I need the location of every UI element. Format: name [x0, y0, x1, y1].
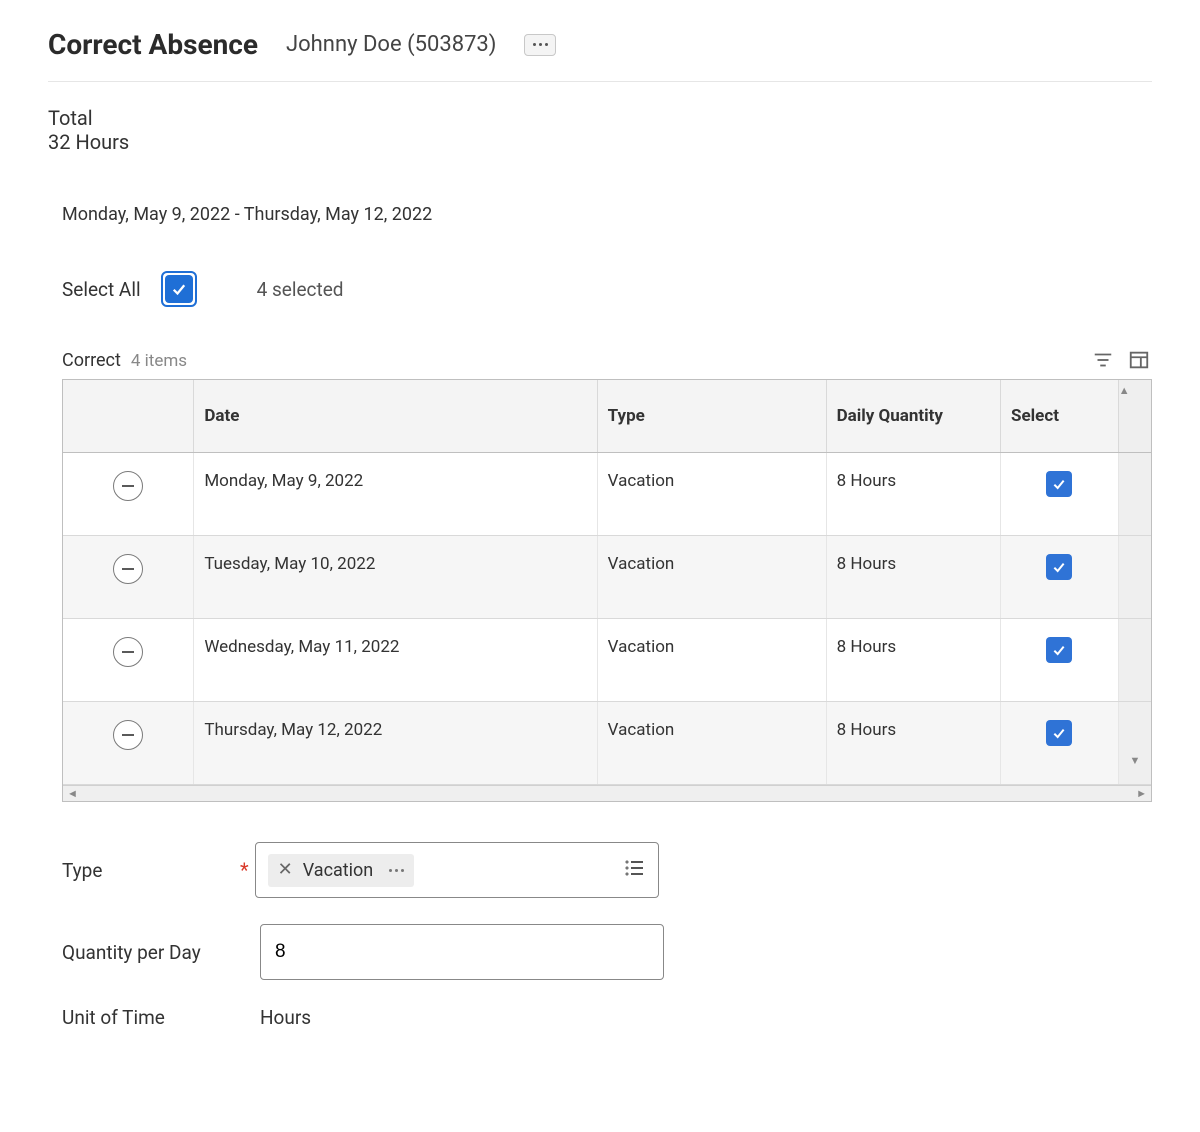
type-prompt-button[interactable]	[622, 856, 646, 885]
table-title: Correct	[62, 350, 121, 371]
qty-per-day-label: Quantity per Day	[62, 941, 240, 964]
correct-table: Date Type Daily Quantity Select ▲ Monday…	[62, 379, 1152, 802]
select-all-label: Select All	[62, 278, 141, 301]
scroll-gutter[interactable]: ▼	[1118, 702, 1151, 785]
unit-of-time-label: Unit of Time	[62, 1006, 240, 1029]
selected-count: 4 selected	[257, 278, 344, 301]
row-select-checkbox[interactable]	[1046, 637, 1072, 663]
select-all-checkbox[interactable]	[161, 271, 197, 307]
cell-type: Vacation	[597, 453, 826, 536]
minus-icon	[122, 734, 134, 736]
col-header-select[interactable]: Select	[1001, 380, 1119, 453]
type-label: Type	[62, 859, 240, 882]
total-label: Total	[48, 106, 1152, 130]
col-header-blank	[63, 380, 194, 453]
required-asterisk: *	[240, 858, 249, 882]
cell-qty: 8 Hours	[826, 702, 1000, 785]
remove-row-button[interactable]	[113, 554, 143, 584]
scroll-gutter[interactable]	[1118, 453, 1151, 536]
cell-date: Thursday, May 12, 2022	[194, 702, 597, 785]
row-select-checkbox[interactable]	[1046, 554, 1072, 580]
cell-qty: 8 Hours	[826, 453, 1000, 536]
minus-icon	[122, 485, 134, 487]
type-chip[interactable]: ✕ Vacation	[268, 854, 415, 887]
remove-row-button[interactable]	[113, 637, 143, 667]
subject-name: Johnny Doe (503873)	[286, 32, 496, 57]
cell-type: Vacation	[597, 536, 826, 619]
table-row: Tuesday, May 10, 2022Vacation8 Hours	[63, 536, 1151, 619]
qty-per-day-input[interactable]	[260, 924, 664, 980]
table-row: Thursday, May 12, 2022Vacation8 Hours ▼	[63, 702, 1151, 785]
chip-more-icon[interactable]	[383, 869, 404, 872]
table-row: Monday, May 9, 2022Vacation8 Hours	[63, 453, 1151, 536]
check-icon	[1051, 476, 1067, 492]
chip-remove-icon[interactable]: ✕	[278, 861, 293, 879]
col-header-qty[interactable]: Daily Quantity	[826, 380, 1000, 453]
cell-type: Vacation	[597, 702, 826, 785]
check-icon	[1051, 725, 1067, 741]
minus-icon	[122, 568, 134, 570]
ellipsis-icon	[533, 43, 548, 46]
type-input[interactable]: ✕ Vacation	[255, 842, 659, 898]
qty-per-day-field[interactable]	[273, 940, 651, 964]
col-header-date[interactable]: Date	[194, 380, 597, 453]
check-icon	[1051, 559, 1067, 575]
cell-qty: 8 Hours	[826, 619, 1000, 702]
columns-icon	[1128, 349, 1150, 371]
vertical-scrollbar[interactable]: ▲	[1118, 380, 1151, 453]
cell-type: Vacation	[597, 619, 826, 702]
table-row: Wednesday, May 11, 2022Vacation8 Hours	[63, 619, 1151, 702]
minus-icon	[122, 651, 134, 653]
related-actions-button[interactable]	[524, 34, 556, 56]
cell-date: Monday, May 9, 2022	[194, 453, 597, 536]
type-chip-label: Vacation	[303, 860, 374, 881]
page-header: Correct Absence Johnny Doe (503873)	[48, 28, 1152, 82]
col-header-type[interactable]: Type	[597, 380, 826, 453]
select-all-row: Select All 4 selected	[62, 271, 1152, 307]
cell-date: Wednesday, May 11, 2022	[194, 619, 597, 702]
scroll-gutter[interactable]	[1118, 536, 1151, 619]
cell-qty: 8 Hours	[826, 536, 1000, 619]
row-select-checkbox[interactable]	[1046, 720, 1072, 746]
total-block: Total 32 Hours	[48, 106, 1152, 154]
filter-button[interactable]	[1090, 347, 1116, 373]
remove-row-button[interactable]	[113, 720, 143, 750]
check-icon	[170, 280, 188, 298]
horizontal-scrollbar[interactable]: ◄►	[63, 785, 1151, 801]
row-select-checkbox[interactable]	[1046, 471, 1072, 497]
columns-button[interactable]	[1126, 347, 1152, 373]
date-range: Monday, May 9, 2022 - Thursday, May 12, …	[62, 204, 1152, 225]
total-value: 32 Hours	[48, 130, 1152, 154]
check-icon	[1051, 642, 1067, 658]
unit-of-time-value: Hours	[260, 1006, 311, 1029]
page-title: Correct Absence	[48, 28, 258, 61]
table-item-count: 4 items	[131, 351, 187, 371]
remove-row-button[interactable]	[113, 471, 143, 501]
list-icon	[622, 856, 646, 880]
cell-date: Tuesday, May 10, 2022	[194, 536, 597, 619]
scroll-gutter[interactable]	[1118, 619, 1151, 702]
filter-icon	[1092, 349, 1114, 371]
